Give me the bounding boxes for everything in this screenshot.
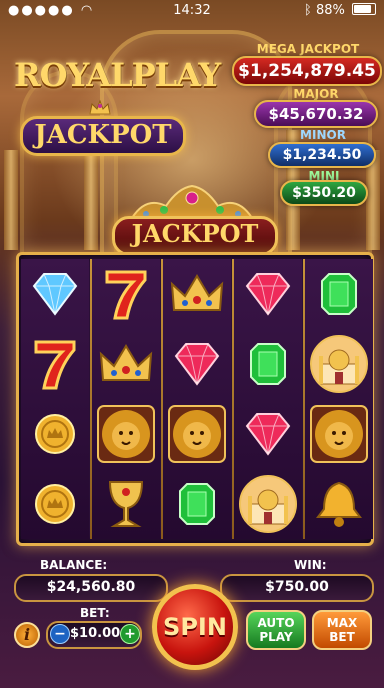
- minor-jackpot-value: $1,234.50: [268, 142, 376, 168]
- logo-jackpot-plate: JACKPOT: [20, 116, 186, 156]
- mega-jackpot-label: MEGA JACKPOT: [256, 42, 360, 56]
- ruby-symbol-icon: [234, 399, 302, 469]
- win-label: WIN:: [294, 558, 327, 572]
- bluetooth-icon: ᛒ: [304, 3, 312, 18]
- mini-jackpot-value: $350.20: [280, 180, 368, 206]
- max-bet-button[interactable]: MAX BET: [312, 610, 372, 650]
- bet-label: BET:: [80, 606, 110, 620]
- balance-label: BALANCE:: [40, 558, 108, 572]
- auto-play-button[interactable]: AUTO PLAY: [246, 610, 306, 650]
- palace-symbol-icon: [234, 469, 302, 539]
- chalice-symbol-icon: [92, 469, 160, 539]
- battery-status: ᛒ 88%: [304, 3, 376, 18]
- bet-increase-button[interactable]: +: [120, 624, 140, 644]
- battery-icon: [352, 3, 376, 15]
- coin-symbol-icon: [21, 399, 89, 469]
- bell-symbol-icon: [305, 469, 373, 539]
- lion-symbol-icon: [163, 399, 231, 469]
- crown-symbol-icon: [92, 329, 160, 399]
- bet-value: $10.00: [70, 626, 121, 641]
- status-bar: ●●●●● ◠ 14:32 ᛒ 88%: [0, 0, 384, 22]
- bet-decrease-button[interactable]: −: [50, 624, 70, 644]
- diamond-symbol-icon: [21, 259, 89, 329]
- logo-crown-icon: [88, 99, 112, 116]
- win-value: $750.00: [220, 574, 374, 602]
- seven-symbol-icon: [21, 329, 89, 399]
- lion-symbol-icon: [305, 399, 373, 469]
- spin-button[interactable]: SPIN: [152, 584, 238, 670]
- ruby-symbol-icon: [234, 259, 302, 329]
- minor-jackpot-label: MINOR: [300, 128, 346, 142]
- major-jackpot-value: $45,670.32: [254, 100, 378, 128]
- lion-symbol-icon: [92, 399, 160, 469]
- palace-symbol-icon: [305, 329, 373, 399]
- crown-symbol-icon: [163, 259, 231, 329]
- mega-jackpot-value: $1,254,879.45: [232, 56, 382, 86]
- machine-jackpot-banner: JACKPOT: [112, 216, 278, 256]
- emerald-symbol-icon: [305, 259, 373, 329]
- balance-value: $24,560.80: [14, 574, 168, 602]
- seven-symbol-icon: [92, 259, 160, 329]
- info-button[interactable]: i: [14, 622, 40, 648]
- major-jackpot-label: MAJOR: [293, 87, 339, 101]
- slot-reels: [16, 252, 374, 546]
- emerald-symbol-icon: [234, 329, 302, 399]
- game-logo: ROYALPLAY: [14, 56, 221, 94]
- emerald-symbol-icon: [163, 469, 231, 539]
- coin-symbol-icon: [21, 469, 89, 539]
- ruby-symbol-icon: [163, 329, 231, 399]
